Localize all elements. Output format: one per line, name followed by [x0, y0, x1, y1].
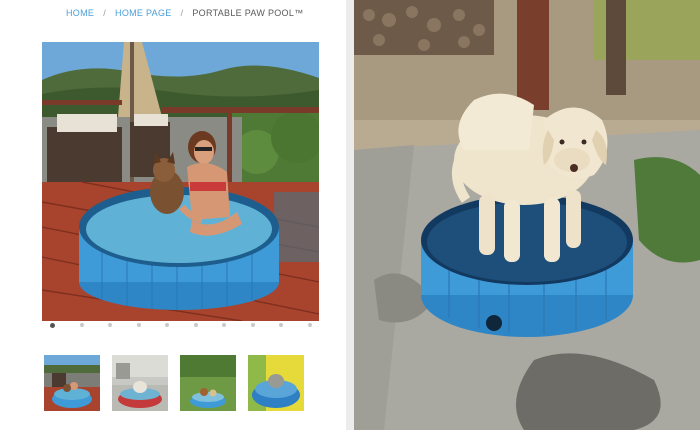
dog-in-pool-photo — [354, 0, 700, 430]
breadcrumb-current-page: PORTABLE PAW POOL™ — [192, 8, 304, 18]
thumbnail-woman-dog-deck[interactable] — [44, 355, 100, 411]
carousel-dot[interactable] — [79, 323, 84, 327]
carousel-dot[interactable] — [250, 323, 255, 327]
breadcrumb-separator: / — [103, 8, 107, 18]
carousel-dot[interactable] — [50, 322, 55, 328]
carousel-dot[interactable] — [193, 323, 198, 327]
breadcrumb-home-page-link[interactable]: HOME PAGE — [115, 8, 172, 18]
carousel-dots — [50, 322, 312, 328]
carousel-dot[interactable] — [222, 323, 227, 327]
breadcrumb-home-link[interactable]: HOME — [66, 8, 94, 18]
breadcrumb: HOME / HOME PAGE / PORTABLE PAW POOL™ — [66, 7, 303, 19]
product-gallery-panel: HOME / HOME PAGE / PORTABLE PAW POOL™ — [0, 0, 346, 430]
carousel-dot[interactable] — [136, 323, 141, 327]
breadcrumb-separator: / — [180, 8, 184, 18]
thumbnail-dog-yellow-bg[interactable] — [248, 355, 304, 411]
carousel-dot[interactable] — [108, 323, 113, 327]
thumbnail-strip — [44, 355, 306, 411]
carousel-dot[interactable] — [279, 323, 284, 327]
thumbnail-dogs-grass[interactable] — [180, 355, 236, 411]
carousel-dot[interactable] — [307, 323, 312, 327]
thumbnail-dog-red-pool[interactable] — [112, 355, 168, 411]
panel-divider — [346, 0, 354, 430]
main-product-image[interactable] — [42, 42, 319, 321]
carousel-dot[interactable] — [165, 323, 170, 327]
